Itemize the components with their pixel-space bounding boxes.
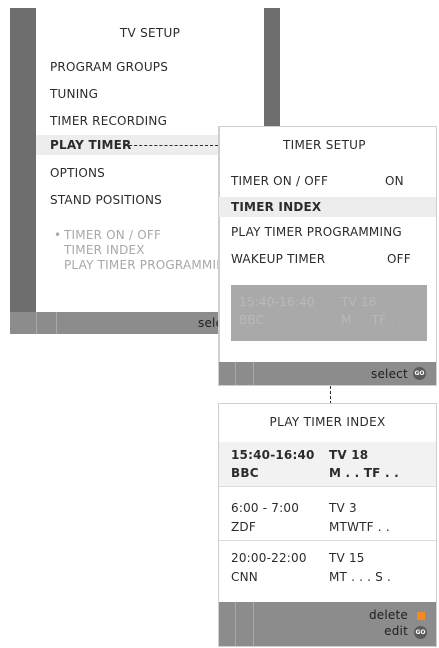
timer-on-off-value[interactable]: ON bbox=[385, 174, 404, 188]
footer-divider bbox=[36, 312, 37, 334]
menu-item-play-timer[interactable]: PLAY TIMER bbox=[50, 138, 131, 152]
timer-setup-menu: TIMER SETUP TIMER ON / OFF ON TIMER INDE… bbox=[219, 127, 436, 385]
go-button-icon[interactable]: GO bbox=[414, 626, 427, 639]
entry-source[interactable]: TV 15 bbox=[329, 551, 365, 565]
play-timer-index-footer: delete edit GO bbox=[219, 602, 436, 646]
menu-item-program-groups[interactable]: PROGRAM GROUPS bbox=[50, 60, 168, 74]
entry-separator bbox=[219, 486, 436, 487]
connector-line-vertical bbox=[330, 386, 331, 404]
menu-item-options[interactable]: OPTIONS bbox=[50, 166, 105, 180]
footer-select-label: select bbox=[371, 367, 408, 381]
timer-setup-footer: select GO bbox=[219, 362, 436, 385]
tv-setup-title: TV SETUP bbox=[119, 26, 181, 40]
entry-days[interactable]: MTWTF . . bbox=[329, 520, 390, 534]
go-button-icon[interactable]: GO bbox=[413, 367, 426, 380]
entry-source[interactable]: TV 18 bbox=[329, 448, 368, 462]
timer-preview-panel: 15:40-16:40 TV 18 BBC M . . TF . . bbox=[231, 285, 427, 341]
footer-divider bbox=[253, 602, 254, 646]
play-timer-index-menu: PLAY TIMER INDEX 15:40-16:40 TV 18 BBC M… bbox=[219, 404, 436, 646]
submenu-item-timer-on-off: TIMER ON / OFF bbox=[64, 228, 162, 242]
entry-channel[interactable]: ZDF bbox=[231, 520, 256, 534]
play-timer-programming-label[interactable]: PLAY TIMER PROGRAMMING bbox=[231, 225, 402, 239]
menu-item-stand-positions[interactable]: STAND POSITIONS bbox=[50, 193, 162, 207]
submenu-item-timer-index: TIMER INDEX bbox=[64, 243, 145, 257]
footer-edit-label: edit bbox=[384, 624, 408, 638]
menu-item-tuning[interactable]: TUNING bbox=[50, 87, 98, 101]
entry-days[interactable]: MT . . . S . bbox=[329, 570, 391, 584]
preview-channel: BBC bbox=[239, 313, 265, 327]
entry-days[interactable]: M . . TF . . bbox=[329, 466, 399, 480]
entry-channel[interactable]: BBC bbox=[231, 466, 259, 480]
footer-divider bbox=[56, 312, 57, 334]
entry-time[interactable]: 15:40-16:40 bbox=[231, 448, 315, 462]
footer-divider bbox=[235, 602, 236, 646]
entry-separator bbox=[219, 540, 436, 541]
entry-source[interactable]: TV 3 bbox=[329, 501, 357, 515]
menu-left-edge bbox=[219, 127, 220, 385]
menu-item-timer-recording[interactable]: TIMER RECORDING bbox=[50, 114, 167, 128]
entry-time[interactable]: 20:00-22:00 bbox=[231, 551, 307, 565]
wakeup-timer-label[interactable]: WAKEUP TIMER bbox=[231, 252, 325, 266]
delete-square-icon[interactable] bbox=[417, 612, 425, 620]
entry-channel[interactable]: CNN bbox=[231, 570, 258, 584]
footer-delete-label: delete bbox=[368, 608, 408, 622]
submenu-item-play-timer-programming: PLAY TIMER PROGRAMMING bbox=[64, 258, 235, 272]
submenu-bullet: • bbox=[54, 228, 62, 242]
footer-divider bbox=[253, 362, 254, 385]
footer-divider bbox=[235, 362, 236, 385]
play-timer-index-title: PLAY TIMER INDEX bbox=[269, 415, 386, 429]
timer-setup-title: TIMER SETUP bbox=[283, 138, 366, 152]
wakeup-timer-value[interactable]: OFF bbox=[387, 252, 411, 266]
menu-left-edge bbox=[10, 8, 36, 334]
timer-on-off-label[interactable]: TIMER ON / OFF bbox=[231, 174, 328, 188]
preview-days: M . . TF . . bbox=[341, 313, 403, 327]
preview-source: TV 18 bbox=[341, 295, 377, 309]
preview-time: 15:40-16:40 bbox=[239, 295, 315, 309]
entry-time[interactable]: 6:00 - 7:00 bbox=[231, 501, 299, 515]
timer-index-label[interactable]: TIMER INDEX bbox=[231, 200, 321, 214]
